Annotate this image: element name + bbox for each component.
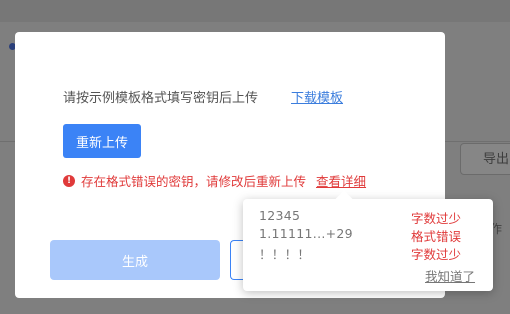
error-reason: 字数过少 bbox=[411, 247, 462, 262]
invalid-key-value: ！！！！ bbox=[259, 247, 311, 262]
got-it-link[interactable]: 我知道了 bbox=[425, 266, 475, 285]
download-template-link[interactable]: 下载模板 bbox=[291, 87, 343, 106]
error-row: 12345 字数过少 bbox=[259, 208, 479, 226]
error-row: 1.11111...+29 格式错误 bbox=[259, 226, 479, 244]
error-details-popover: 12345 字数过少 1.11111...+29 格式错误 ！！！！ 字数过少 … bbox=[243, 190, 493, 291]
background-export-button: 导出 bbox=[460, 143, 510, 175]
error-message-text: 存在格式错误的密钥，请修改后重新上传 bbox=[81, 174, 307, 189]
error-message: ! 存在格式错误的密钥，请修改后重新上传 查看详细 bbox=[63, 171, 366, 190]
background-topbar bbox=[0, 0, 510, 22]
reupload-button[interactable]: 重新上传 bbox=[63, 124, 141, 158]
invalid-key-value: 12345 bbox=[259, 208, 301, 223]
invalid-key-value: 1.11111...+29 bbox=[259, 226, 353, 241]
error-circle-icon: ! bbox=[63, 174, 75, 187]
error-row: ！！！！ 字数过少 bbox=[259, 244, 479, 262]
instruction-text: 请按示例模板格式填写密钥后上传 bbox=[63, 91, 259, 106]
generate-button[interactable]: 生成 bbox=[50, 240, 220, 280]
error-reason: 格式错误 bbox=[411, 229, 462, 244]
view-details-link[interactable]: 查看详细 bbox=[316, 171, 366, 190]
error-reason: 字数过少 bbox=[411, 211, 462, 226]
